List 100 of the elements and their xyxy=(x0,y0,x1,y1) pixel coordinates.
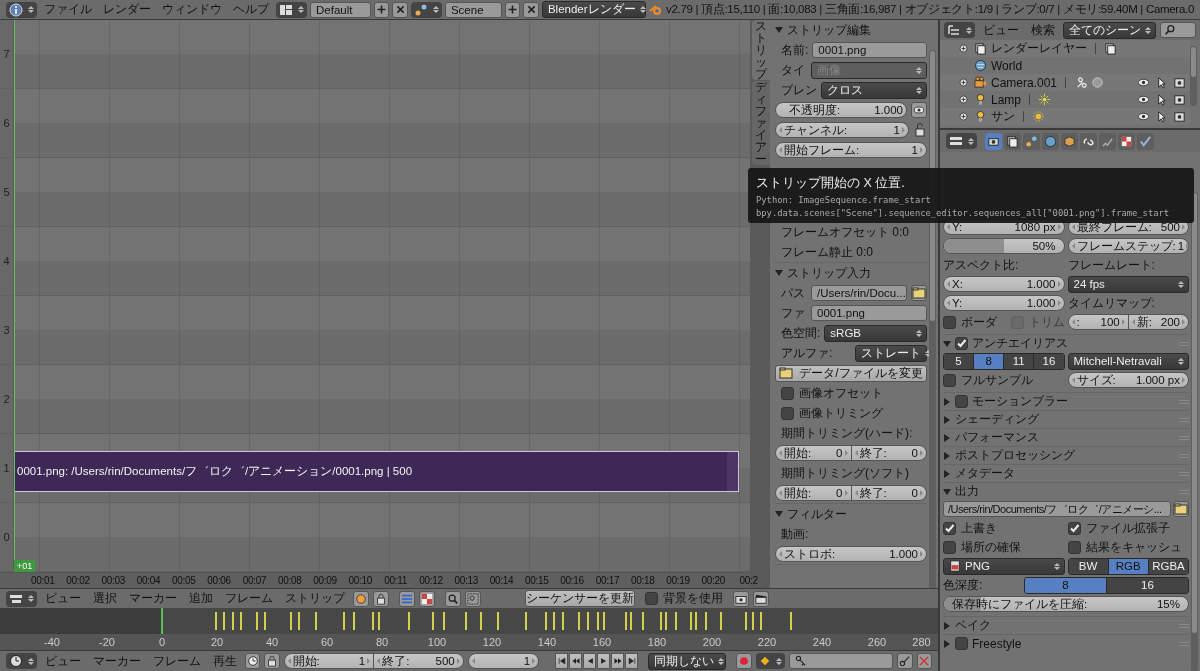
editor-type-button[interactable] xyxy=(946,133,977,149)
insert-keyframe-button[interactable] xyxy=(897,653,913,669)
editor-type-button[interactable] xyxy=(6,653,37,669)
scene-field[interactable]: Scene xyxy=(444,1,502,18)
panel-title[interactable]: ポストプロセッシング xyxy=(955,447,1075,464)
range-field[interactable]: 開始: 0 終了: 0 xyxy=(775,445,927,461)
playback-button[interactable] xyxy=(555,653,569,669)
dropdown[interactable]: 24 fps xyxy=(1067,275,1189,293)
disclosure-triangle-icon[interactable] xyxy=(775,26,783,34)
outliner-item[interactable]: Lamp xyxy=(991,92,1022,107)
properties-tab[interactable] xyxy=(1080,132,1097,150)
dropdown[interactable]: sRGB xyxy=(824,324,927,342)
file-browse-button[interactable] xyxy=(1173,501,1189,517)
properties-tab[interactable] xyxy=(1061,132,1078,150)
menu-item[interactable]: ヘルプ xyxy=(229,1,273,18)
expand-icon[interactable] xyxy=(958,43,969,54)
file-browse-button[interactable] xyxy=(911,285,927,301)
panel-title[interactable]: ベイク xyxy=(955,617,991,634)
range-field[interactable]: : 100 新: 200 xyxy=(1067,314,1189,330)
cursor-icon[interactable] xyxy=(1155,76,1168,89)
panel-title[interactable]: ストリップ編集 xyxy=(787,21,871,39)
editor-type-button[interactable] xyxy=(944,22,975,38)
disclosure-triangle-icon[interactable] xyxy=(943,433,951,442)
disclosure-triangle-icon[interactable] xyxy=(943,451,951,460)
camera-icon[interactable] xyxy=(1173,93,1186,106)
disclosure-triangle-icon[interactable] xyxy=(775,269,783,277)
camera-icon[interactable] xyxy=(1173,76,1186,89)
segment-option[interactable]: 5 xyxy=(944,353,974,369)
layout-type-button[interactable] xyxy=(276,1,307,18)
properties-tab[interactable] xyxy=(1004,132,1021,150)
menu-item[interactable]: レンダー xyxy=(99,1,155,18)
search-field[interactable] xyxy=(1160,22,1196,38)
display-mode-dropdown[interactable]: 全てのシーン xyxy=(1063,21,1156,39)
panel-title[interactable]: 出力 xyxy=(955,483,979,500)
expand-icon[interactable] xyxy=(958,94,969,105)
editor-type-button[interactable] xyxy=(6,1,37,18)
menu-item[interactable]: 再生 xyxy=(209,652,241,670)
menu-item[interactable]: ビュー xyxy=(41,590,85,607)
current-frame-field[interactable]: 1 xyxy=(467,653,540,669)
number-field[interactable]: ストロボ: 1.000 xyxy=(775,546,927,562)
menu-item[interactable]: ビュー xyxy=(979,21,1023,39)
menu-item[interactable]: ストリップ xyxy=(281,590,349,607)
preview-view-button[interactable] xyxy=(419,590,435,607)
checkbox[interactable] xyxy=(955,337,968,350)
segment-option[interactable]: BW xyxy=(1068,558,1108,574)
disclosure-triangle-icon[interactable] xyxy=(943,397,951,406)
number-field[interactable]: 開始フレーム: 1 xyxy=(775,142,927,158)
change-file-button[interactable]: データ/ファイルを変更 xyxy=(775,364,927,382)
panel-title[interactable]: アンチエイリアス xyxy=(972,335,1068,352)
segment-option[interactable]: 8 xyxy=(1025,577,1106,593)
render-engine-dropdown[interactable]: Blenderレンダー xyxy=(541,1,646,18)
expand-icon[interactable] xyxy=(958,77,969,88)
menu-item[interactable]: 追加 xyxy=(185,590,217,607)
path-field[interactable]: /Users/rin/Documents/フ゛ロク゛/アニメーシ... xyxy=(943,501,1171,517)
number-field[interactable]: Y: 1.000 xyxy=(943,295,1065,311)
editor-type-button[interactable] xyxy=(6,590,37,607)
sidebar-tab[interactable]: ストリップ xyxy=(752,20,770,80)
panel-title[interactable]: メタデータ xyxy=(955,465,1015,482)
lock-button[interactable] xyxy=(264,653,280,669)
dropdown[interactable]: ストレート xyxy=(855,344,927,362)
gl-render-animation-button[interactable] xyxy=(753,590,769,607)
panel-title[interactable]: Freestyle xyxy=(972,636,1022,651)
panel-title[interactable]: パフォーマンス xyxy=(955,429,1039,446)
preview-range-button[interactable] xyxy=(245,653,261,669)
menu-item[interactable]: マーカー xyxy=(125,590,181,607)
file-format-dropdown[interactable]: PNG xyxy=(943,557,1065,575)
expand-icon[interactable] xyxy=(958,111,969,122)
checkbox[interactable] xyxy=(1067,540,1081,554)
properties-tab[interactable] xyxy=(1118,132,1135,150)
slider[interactable]: 保存時にファイルを圧縮: 15% xyxy=(943,596,1189,612)
checkbox[interactable] xyxy=(1067,521,1081,535)
segment-option[interactable]: 8 xyxy=(973,353,1004,369)
disclosure-triangle-icon[interactable] xyxy=(943,487,951,496)
segment-option[interactable]: RGB xyxy=(1107,558,1148,574)
outliner-item[interactable]: World xyxy=(991,58,1023,73)
checkbox[interactable] xyxy=(781,386,794,400)
panel-title[interactable]: シェーディング xyxy=(955,411,1039,428)
disclosure-triangle-icon[interactable] xyxy=(943,469,951,478)
add-button[interactable] xyxy=(373,1,390,18)
segment-option[interactable]: 16 xyxy=(1106,577,1188,593)
disclosure-triangle-icon[interactable] xyxy=(775,510,783,518)
layout-field[interactable]: Default xyxy=(310,1,371,18)
scene-type-button[interactable] xyxy=(410,1,442,18)
menu-item[interactable]: フレーム xyxy=(221,590,277,607)
playback-button[interactable] xyxy=(583,653,597,669)
playback-button[interactable] xyxy=(625,653,639,669)
outliner-item[interactable]: サン xyxy=(991,108,1015,125)
playback-button[interactable] xyxy=(569,653,583,669)
camera-icon[interactable] xyxy=(1173,110,1186,123)
number-field[interactable]: フレームステップ: 1 xyxy=(1067,238,1189,254)
properties-tab[interactable] xyxy=(985,132,1002,150)
zoom-border-button[interactable] xyxy=(465,590,481,607)
checkbox[interactable] xyxy=(645,592,658,605)
add-button[interactable] xyxy=(504,1,521,18)
checkbox[interactable] xyxy=(943,315,956,329)
menu-item[interactable]: ウィンドウ xyxy=(158,1,226,18)
zoom-button[interactable] xyxy=(445,590,461,607)
playback-button[interactable] xyxy=(611,653,625,669)
checkbox[interactable] xyxy=(943,540,956,554)
close-button[interactable] xyxy=(523,1,539,18)
